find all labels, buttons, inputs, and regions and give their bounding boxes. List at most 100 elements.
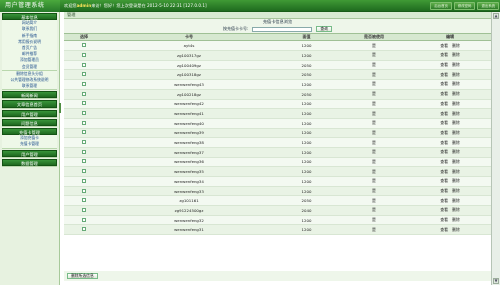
delete-link[interactable]: 删除 (452, 72, 460, 77)
select-checkbox[interactable] (82, 198, 86, 203)
delete-link[interactable]: 删除 (452, 198, 460, 203)
delete-link[interactable]: 删除 (452, 130, 460, 135)
sidebar-group-title[interactable]: 用户管理 (2, 149, 57, 157)
card-number: wenwenfeng41 (104, 108, 274, 119)
view-link[interactable]: 查看 (440, 217, 448, 222)
view-link[interactable]: 查看 (440, 207, 448, 212)
table-row: wenwenfeng37 1200 是查看 删除 (64, 147, 491, 158)
search-button[interactable]: 查询 (316, 26, 332, 33)
view-link[interactable]: 查看 (440, 43, 448, 48)
select-checkbox[interactable] (82, 217, 86, 222)
view-link[interactable]: 查看 (440, 149, 448, 154)
delete-link[interactable]: 删除 (452, 188, 460, 193)
select-checkbox[interactable] (82, 101, 86, 106)
select-checkbox[interactable] (82, 140, 86, 145)
delete-link[interactable]: 删除 (452, 178, 460, 183)
sidebar-item-card-management[interactable]: 充值卡管理 (2, 141, 57, 148)
view-link[interactable]: 查看 (440, 81, 448, 86)
sidebar-item[interactable]: 会员管理 (2, 63, 57, 70)
select-checkbox[interactable] (82, 72, 86, 77)
sidebar-group-title[interactable]: 数据管理 (2, 158, 57, 166)
sidebar-group-title[interactable]: 用户管理 (2, 109, 57, 117)
select-checkbox[interactable] (82, 62, 86, 67)
sidebar-group-title[interactable]: 充值卡管理 (2, 128, 57, 136)
sidebar-group-title[interactable]: 问题信息 (2, 118, 57, 126)
delete-link[interactable]: 删除 (452, 101, 460, 106)
card-number: wenwenfeng38 (104, 137, 274, 148)
delete-link[interactable]: 删除 (452, 120, 460, 125)
edit-cell: 查看 删除 (409, 166, 491, 177)
card-value: 1200 (274, 166, 339, 177)
select-cell (64, 215, 104, 226)
select-checkbox[interactable] (82, 207, 86, 212)
page-subheader: 管理 (64, 12, 491, 19)
select-checkbox[interactable] (82, 159, 86, 164)
view-link[interactable]: 查看 (440, 169, 448, 174)
search-input[interactable] (252, 26, 313, 32)
view-link[interactable]: 查看 (440, 111, 448, 116)
delete-link[interactable]: 删除 (452, 149, 460, 154)
logout-button[interactable]: 退出系统 (477, 1, 499, 10)
select-checkbox[interactable] (82, 81, 86, 86)
bottom-actions: 删除所选信息 (64, 271, 491, 281)
view-link[interactable]: 查看 (440, 120, 448, 125)
table-body: ayt4s 1200 是查看 删除 zg100317gz 1200 是查看 删除 zg10040… (64, 40, 491, 236)
card-number: zg91224500gz (104, 205, 274, 216)
delete-link[interactable]: 删除 (452, 159, 460, 164)
edit-cell: 查看 删除 (409, 147, 491, 158)
scroll-up-icon[interactable]: ▲ (493, 13, 499, 19)
delete-link[interactable]: 删除 (452, 169, 460, 174)
select-checkbox[interactable] (82, 169, 86, 174)
edit-cell: 查看 删除 (409, 137, 491, 148)
view-link[interactable]: 查看 (440, 130, 448, 135)
vertical-scrollbar[interactable]: ▲ ▼ (491, 12, 500, 285)
table-row: wenwenfeng38 1200 是查看 删除 (64, 137, 491, 148)
delete-link[interactable]: 删除 (452, 207, 460, 212)
change-password-button[interactable]: 修改密码 (453, 1, 476, 10)
select-checkbox[interactable] (82, 227, 86, 232)
delete-link[interactable]: 删除 (452, 227, 460, 232)
select-checkbox[interactable] (82, 111, 86, 116)
delete-link[interactable]: 删除 (452, 52, 460, 57)
delete-link[interactable]: 删除 (452, 217, 460, 222)
sidebar-group-title[interactable]: 新闻新闻 (2, 91, 57, 99)
sidebar-group-title[interactable]: 文章信息首页 (2, 100, 57, 108)
view-link[interactable]: 查看 (440, 188, 448, 193)
view-link[interactable]: 查看 (440, 72, 448, 77)
view-link[interactable]: 查看 (440, 227, 448, 232)
view-link[interactable]: 查看 (440, 101, 448, 106)
select-checkbox[interactable] (82, 178, 86, 183)
delete-selected-button[interactable]: 删除所选信息 (67, 273, 98, 279)
card-number: wenwenfeng39 (104, 128, 274, 139)
select-checkbox[interactable] (82, 91, 86, 96)
delete-link[interactable]: 删除 (452, 140, 460, 145)
select-checkbox[interactable] (82, 43, 86, 48)
delete-link[interactable]: 删除 (452, 62, 460, 67)
view-link[interactable]: 查看 (440, 198, 448, 203)
delete-link[interactable]: 删除 (452, 111, 460, 116)
delete-link[interactable]: 删除 (452, 91, 460, 96)
select-checkbox[interactable] (82, 188, 86, 193)
view-link[interactable]: 查看 (440, 62, 448, 67)
delete-link[interactable]: 删除 (452, 81, 460, 86)
card-value: 2050 (274, 89, 339, 100)
sidebar-group-title[interactable]: 基本信息 (2, 13, 57, 21)
select-checkbox[interactable] (82, 130, 86, 135)
sidebar-group-questions: 问题信息 (2, 118, 57, 127)
view-link[interactable]: 查看 (440, 159, 448, 164)
view-link[interactable]: 查看 (440, 52, 448, 57)
collapse-handle[interactable] (59, 103, 61, 113)
card-value: 1200 (274, 186, 339, 197)
sidebar-item[interactable]: 联系管理 (2, 83, 57, 90)
home-button[interactable]: 后台首页 (430, 1, 452, 10)
select-checkbox[interactable] (82, 52, 86, 57)
scroll-down-icon[interactable]: ▼ (493, 278, 499, 284)
view-link[interactable]: 查看 (440, 178, 448, 183)
edit-cell: 查看 删除 (409, 176, 491, 187)
select-checkbox[interactable] (82, 120, 86, 125)
select-checkbox[interactable] (82, 149, 86, 154)
select-cell (64, 50, 104, 61)
view-link[interactable]: 查看 (440, 91, 448, 96)
delete-link[interactable]: 删除 (452, 43, 460, 48)
view-link[interactable]: 查看 (440, 140, 448, 145)
